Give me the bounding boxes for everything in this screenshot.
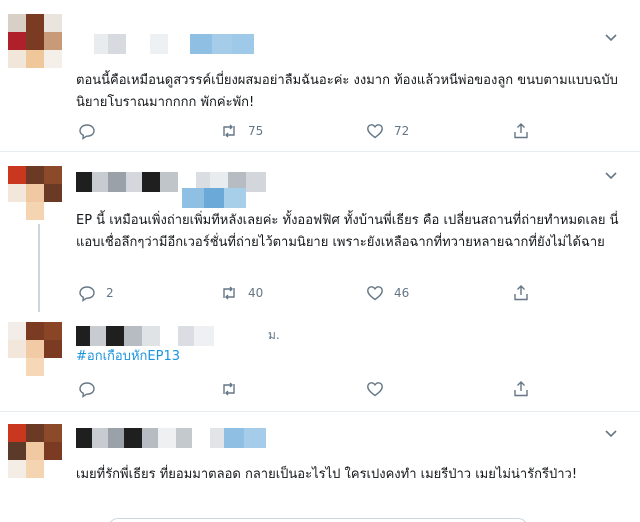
like-count: 46 <box>394 286 410 300</box>
hashtag-link[interactable]: #อกเกือบหักEP13 <box>76 346 626 368</box>
chevron-down-icon[interactable] <box>604 30 618 44</box>
tweet[interactable]: EP นี้ เหมือนเพิ่งถ่ายเพิ่มทีหลังเลยค่ะ … <box>0 152 640 312</box>
share-button[interactable] <box>512 122 530 140</box>
author-name-pixelated[interactable] <box>76 34 254 54</box>
retweet-button[interactable] <box>220 380 248 398</box>
reply-button[interactable] <box>78 380 106 398</box>
like-button[interactable]: 46 <box>366 284 409 302</box>
reply-button[interactable] <box>78 122 106 140</box>
tweet-text: EP นี้ เหมือนเพิ่งถ่ายเพิ่มทีหลังเลยค่ะ … <box>76 213 619 250</box>
tweet-text: ตอนนี้คือเหมือนดูสวรรค์เบี่ยงผสมอย่าลืมฉ… <box>76 73 618 110</box>
avatar[interactable] <box>8 14 62 68</box>
handle-pixelated <box>182 188 246 208</box>
tweet-actions: 75 72 <box>76 122 536 142</box>
share-button[interactable] <box>512 380 530 398</box>
quoted-tweet-card[interactable] <box>108 518 528 522</box>
tweet[interactable]: เมยที่รักพี่เธียร ที่ยอมมาตลอด กลายเป็นอ… <box>0 412 640 522</box>
reply-button[interactable]: 2 <box>78 284 114 302</box>
like-count: 72 <box>394 124 410 138</box>
reply-icon <box>79 286 95 302</box>
tweet-actions: 2 40 46 <box>76 284 536 304</box>
author-name-pixelated[interactable] <box>76 428 266 448</box>
like-button[interactable] <box>366 380 394 398</box>
avatar[interactable] <box>8 322 62 376</box>
retweet-count: 40 <box>248 286 264 300</box>
tweet[interactable]: ม. #อกเกือบหักEP13 <box>0 312 640 412</box>
share-button[interactable] <box>512 284 530 302</box>
avatar[interactable] <box>8 424 62 478</box>
author-name-pixelated[interactable] <box>76 326 228 346</box>
heart-icon <box>367 382 383 397</box>
reply-icon <box>79 382 95 398</box>
chevron-down-icon[interactable] <box>604 168 618 182</box>
share-icon <box>514 123 528 139</box>
retweet-button[interactable]: 40 <box>220 284 263 302</box>
tweet[interactable]: ตอนนี้คือเหมือนดูสวรรค์เบี่ยงผสมอย่าลืมฉ… <box>0 0 640 152</box>
retweet-icon <box>223 286 235 300</box>
avatar[interactable] <box>8 166 62 220</box>
retweet-icon <box>223 124 235 138</box>
reply-icon <box>79 124 95 140</box>
share-icon <box>514 381 528 397</box>
heart-icon <box>367 286 383 301</box>
share-icon <box>514 285 528 301</box>
heart-icon <box>367 124 383 139</box>
retweet-button[interactable]: 75 <box>220 122 263 140</box>
reply-count: 2 <box>106 286 114 300</box>
retweet-icon <box>223 382 235 396</box>
like-button[interactable]: 72 <box>366 122 409 140</box>
chevron-down-icon[interactable] <box>604 426 618 440</box>
tweet-time[interactable]: ม. <box>268 326 280 345</box>
retweet-count: 75 <box>248 124 264 138</box>
tweet-actions <box>76 380 536 400</box>
tweet-text: เมยที่รักพี่เธียร ที่ยอมมาตลอด กลายเป็นอ… <box>76 467 578 482</box>
thread-line <box>38 224 40 312</box>
